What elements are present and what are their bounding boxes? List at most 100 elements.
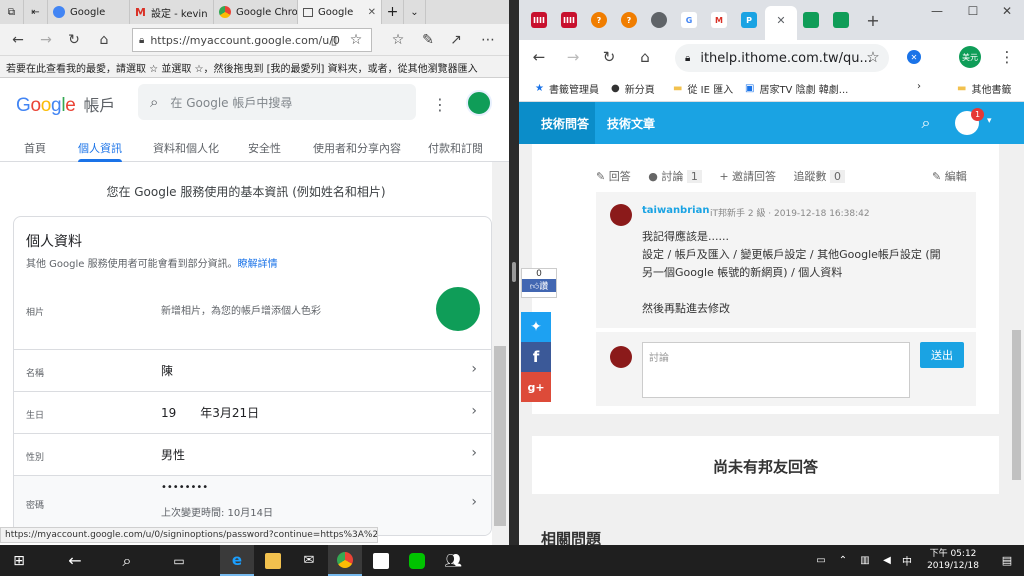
bookmark-new-tab[interactable]: ● 新分頁 <box>611 81 655 96</box>
follow-button[interactable]: 追蹤數 0 <box>794 170 846 183</box>
tab-list-button[interactable]: ⌄ <box>404 0 426 24</box>
chevron-down-icon[interactable]: ▾ <box>987 116 992 126</box>
share-button[interactable]: ↗ <box>446 30 466 50</box>
home-button[interactable]: ⌂ <box>94 30 114 50</box>
chrome-menu-button[interactable]: ⋮ <box>997 47 1017 67</box>
calendar-taskbar-button[interactable] <box>364 545 398 576</box>
tab-home[interactable]: 首頁 <box>24 140 46 156</box>
tab-data-personalization[interactable]: 資料和個人化 <box>153 140 219 156</box>
battery-icon[interactable]: ▭ <box>812 545 830 576</box>
explorer-taskbar-button[interactable] <box>256 545 290 576</box>
send-button[interactable]: 送出 <box>920 342 964 368</box>
name-row[interactable]: 名稱 陳 › <box>14 349 491 391</box>
action-center-button[interactable]: ▤ <box>996 545 1018 576</box>
ithelp-favicon-icon[interactable]: P <box>741 12 757 28</box>
back-button[interactable]: ← <box>60 545 90 576</box>
profile-avatar[interactable]: 美元 <box>959 46 981 68</box>
account-search-input[interactable]: ⌕ 在 Google 帳戶中搜尋 <box>138 84 416 120</box>
refresh-button[interactable]: ↻ <box>64 30 84 50</box>
learn-more-link[interactable]: 瞭解詳情 <box>238 259 278 270</box>
invite-button[interactable]: + 邀請回答 <box>719 170 776 183</box>
system-clock[interactable]: 下午 05:12 2019/12/18 <box>918 548 988 572</box>
discuss-button[interactable]: ● 討論 1 <box>648 170 702 183</box>
forward-button[interactable]: → <box>36 30 56 50</box>
gender-row[interactable]: 性別 男性 › <box>14 433 491 475</box>
show-hidden-icons[interactable]: ⌃ <box>834 545 852 576</box>
chrome-scrollbar-thumb[interactable] <box>1012 330 1021 480</box>
more-button[interactable]: ⋯ <box>478 30 498 50</box>
notes-button[interactable]: ✎ <box>418 30 438 50</box>
close-window-button[interactable]: ✕ <box>997 4 1017 18</box>
edit-button[interactable]: ✎ 編輯 <box>932 168 967 184</box>
maps-favicon-icon[interactable] <box>803 12 819 28</box>
new-tab-button[interactable]: + <box>863 10 883 30</box>
google-favicon-icon[interactable]: G <box>681 12 697 28</box>
new-tab-button[interactable]: + <box>382 0 404 24</box>
edge-scrollbar-thumb[interactable] <box>494 346 506 526</box>
minimize-button[interactable]: — <box>927 4 947 18</box>
ithome-favicon-icon[interactable]: IIII <box>531 12 547 28</box>
discuss-textarea[interactable]: 討論 <box>642 342 910 398</box>
network-icon[interactable]: ▥ <box>856 545 874 576</box>
bookmark-star-button[interactable]: ☆ <box>863 47 883 67</box>
start-button[interactable]: ⊞ <box>4 545 34 576</box>
edge-tab-chrome[interactable]: Google Chro <box>214 0 298 24</box>
set-aside-tabs-button[interactable]: ⇤ <box>24 0 48 24</box>
bookmark-import-ie[interactable]: ▬ 從 IE 匯入 <box>673 81 733 96</box>
google-account-logo[interactable]: Google 帳戶 <box>16 92 115 117</box>
input-method-icon[interactable]: 中 <box>898 545 916 576</box>
line-taskbar-button[interactable] <box>400 545 434 576</box>
forward-button[interactable]: → <box>563 47 583 67</box>
back-button[interactable]: ← <box>8 30 28 50</box>
tab-preview-button[interactable]: ⧉ <box>0 0 24 24</box>
commenter-name[interactable]: taiwanbrian <box>642 205 709 216</box>
facebook-share-button[interactable]: f <box>521 342 551 372</box>
globe-icon[interactable] <box>651 12 667 28</box>
bookmarks-overflow[interactable]: › <box>917 81 921 92</box>
edge-tab-google[interactable]: Google <box>48 0 130 24</box>
divider-grip[interactable] <box>512 262 516 282</box>
edge-taskbar-button[interactable]: e <box>220 545 254 576</box>
gmail-favicon-icon[interactable]: M <box>711 12 727 28</box>
mail-taskbar-button[interactable]: ✉ <box>292 545 326 576</box>
tab-payments[interactable]: 付款和訂閱 <box>428 140 483 156</box>
reply-button[interactable]: ✎ 回答 <box>596 170 631 183</box>
maps-favicon-icon[interactable] <box>833 12 849 28</box>
birthday-row[interactable]: 生日 19 年3月21日 › <box>14 391 491 433</box>
fb-like-widget[interactable]: 0 👍︎讚 <box>521 268 557 298</box>
edge-tab-gmail[interactable]: M 設定 - kevin <box>130 0 214 24</box>
ithome-favicon-icon[interactable]: IIII <box>561 12 577 28</box>
task-view-button[interactable]: ▭ <box>164 545 194 576</box>
people-taskbar-button[interactable]: 👥︎ <box>436 545 470 576</box>
tab-favicon-icon[interactable]: ? <box>621 12 637 28</box>
commenter-avatar[interactable] <box>610 204 632 226</box>
edge-tab-google-active[interactable]: Google ✕ <box>298 0 382 24</box>
close-tab-icon[interactable]: ✕ <box>368 7 376 18</box>
volume-icon[interactable]: ◀ <box>878 545 896 576</box>
back-button[interactable]: ← <box>529 47 549 67</box>
twitter-share-button[interactable]: ✦ <box>521 312 551 342</box>
omnibox[interactable]: 🔒︎ ithelp.ithome.com.tw/qu... <box>675 44 889 72</box>
reload-button[interactable]: ↻ <box>599 47 619 67</box>
avatar[interactable] <box>466 90 492 116</box>
tab-personal-info[interactable]: 個人資訊 <box>78 140 122 156</box>
photo-row[interactable]: 相片 新增相片，為您的帳戶增添個人色彩 <box>14 287 491 349</box>
chrome-taskbar-button[interactable] <box>328 545 362 576</box>
search-button[interactable]: ⌕ <box>112 545 142 576</box>
tab-favicon-icon[interactable]: ? <box>591 12 607 28</box>
favorite-button[interactable]: ☆ <box>346 30 366 50</box>
bookmark-tv[interactable]: ▣ 居家TV 陰劇 韓劇... <box>745 81 848 96</box>
reading-view-button[interactable]: ▯ <box>324 30 344 50</box>
tab-security[interactable]: 安全性 <box>248 140 281 156</box>
extension-icon[interactable]: ✕ <box>907 50 921 64</box>
google-plus-share-button[interactable]: g+ <box>521 372 551 402</box>
nav-articles[interactable]: 技術文章 <box>607 115 655 132</box>
home-button[interactable]: ⌂ <box>635 47 655 67</box>
close-tab-icon[interactable]: ✕ <box>773 12 789 28</box>
other-bookmarks[interactable]: ▬ 其他書籤 <box>957 81 1011 96</box>
nav-qa[interactable]: 技術問答 <box>541 115 589 132</box>
favorites-hub-button[interactable]: ☆ <box>388 30 408 50</box>
like-button[interactable]: 👍︎讚 <box>522 279 556 292</box>
maximize-button[interactable]: ☐ <box>963 4 983 18</box>
apps-menu-button[interactable]: ⋮ <box>432 94 448 114</box>
